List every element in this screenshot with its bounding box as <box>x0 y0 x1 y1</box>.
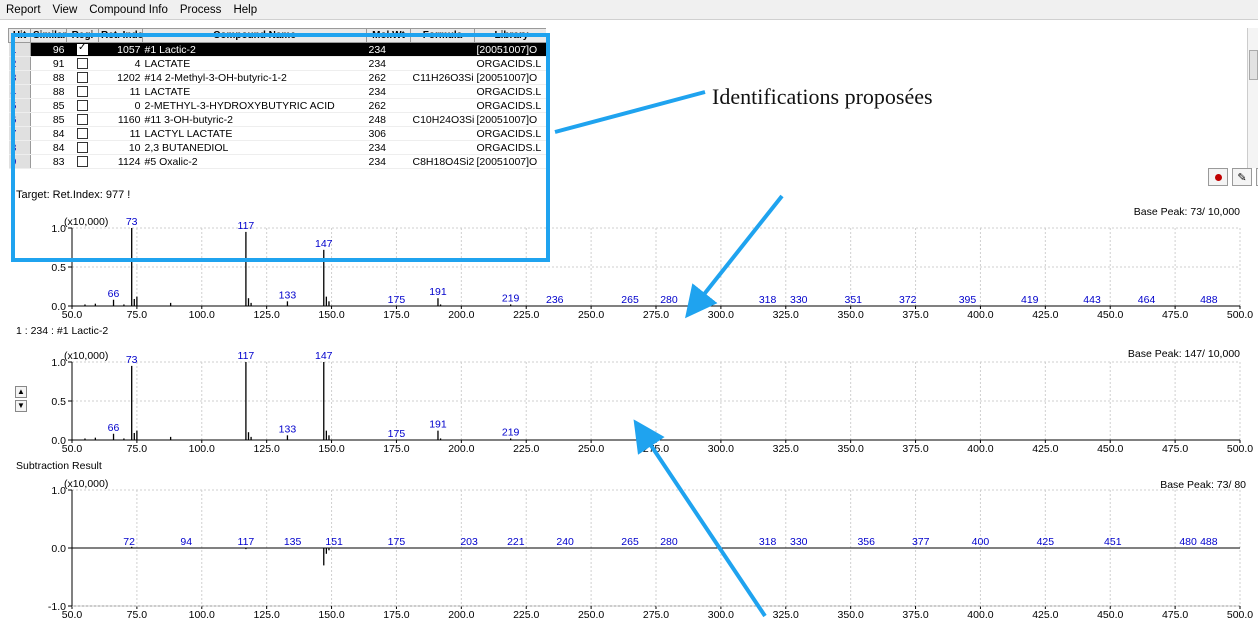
scale-label: (x10,000) <box>64 478 108 490</box>
x-tick-label: 150.0 <box>318 609 344 619</box>
x-tick-label: 450.0 <box>1097 609 1123 619</box>
peak-label: 356 <box>857 536 875 548</box>
peak-label: 480 <box>1179 536 1197 548</box>
x-tick-label: 75.0 <box>127 609 148 619</box>
x-tick-label: 100.0 <box>189 609 215 619</box>
peak-label: 240 <box>556 536 574 548</box>
peak-label: 318 <box>759 536 777 548</box>
highlight-box <box>11 33 550 262</box>
x-tick-label: 500.0 <box>1227 609 1253 619</box>
peak-label: 72 <box>123 536 135 548</box>
peak-label: 221 <box>507 536 525 548</box>
peak-label: 330 <box>790 536 808 548</box>
peak-label: 117 <box>238 536 255 548</box>
x-tick-label: 200.0 <box>448 609 474 619</box>
peak-label: 94 <box>180 536 192 548</box>
peak-label: 488 <box>1200 536 1218 548</box>
peak-label: 425 <box>1037 536 1055 548</box>
peak-label: 135 <box>284 536 302 548</box>
peak-label: 265 <box>621 536 639 548</box>
x-tick-label: 300.0 <box>708 609 734 619</box>
x-tick-label: 125.0 <box>254 609 280 619</box>
x-tick-label: 425.0 <box>1032 609 1058 619</box>
peak-label: 203 <box>460 536 478 548</box>
x-tick-label: 225.0 <box>513 609 539 619</box>
x-tick-label: 275.0 <box>643 609 669 619</box>
peak-label: 451 <box>1104 536 1122 548</box>
x-tick-label: 175.0 <box>383 609 409 619</box>
y-tick-label: -1.0 <box>48 601 66 613</box>
peak-label: 377 <box>912 536 930 548</box>
x-tick-label: 350.0 <box>838 609 864 619</box>
x-tick-label: 250.0 <box>578 609 604 619</box>
annotation-label: Identifications proposées <box>712 84 933 109</box>
peak-label: 175 <box>388 536 406 548</box>
x-tick-label: 400.0 <box>967 609 993 619</box>
x-tick-label: 375.0 <box>902 609 928 619</box>
peak-label: 400 <box>972 536 990 548</box>
x-tick-label: 325.0 <box>773 609 799 619</box>
peak-label: 280 <box>660 536 678 548</box>
peak-label: 151 <box>325 536 343 548</box>
y-tick-label: 0.0 <box>51 543 66 555</box>
x-tick-label: 475.0 <box>1162 609 1188 619</box>
